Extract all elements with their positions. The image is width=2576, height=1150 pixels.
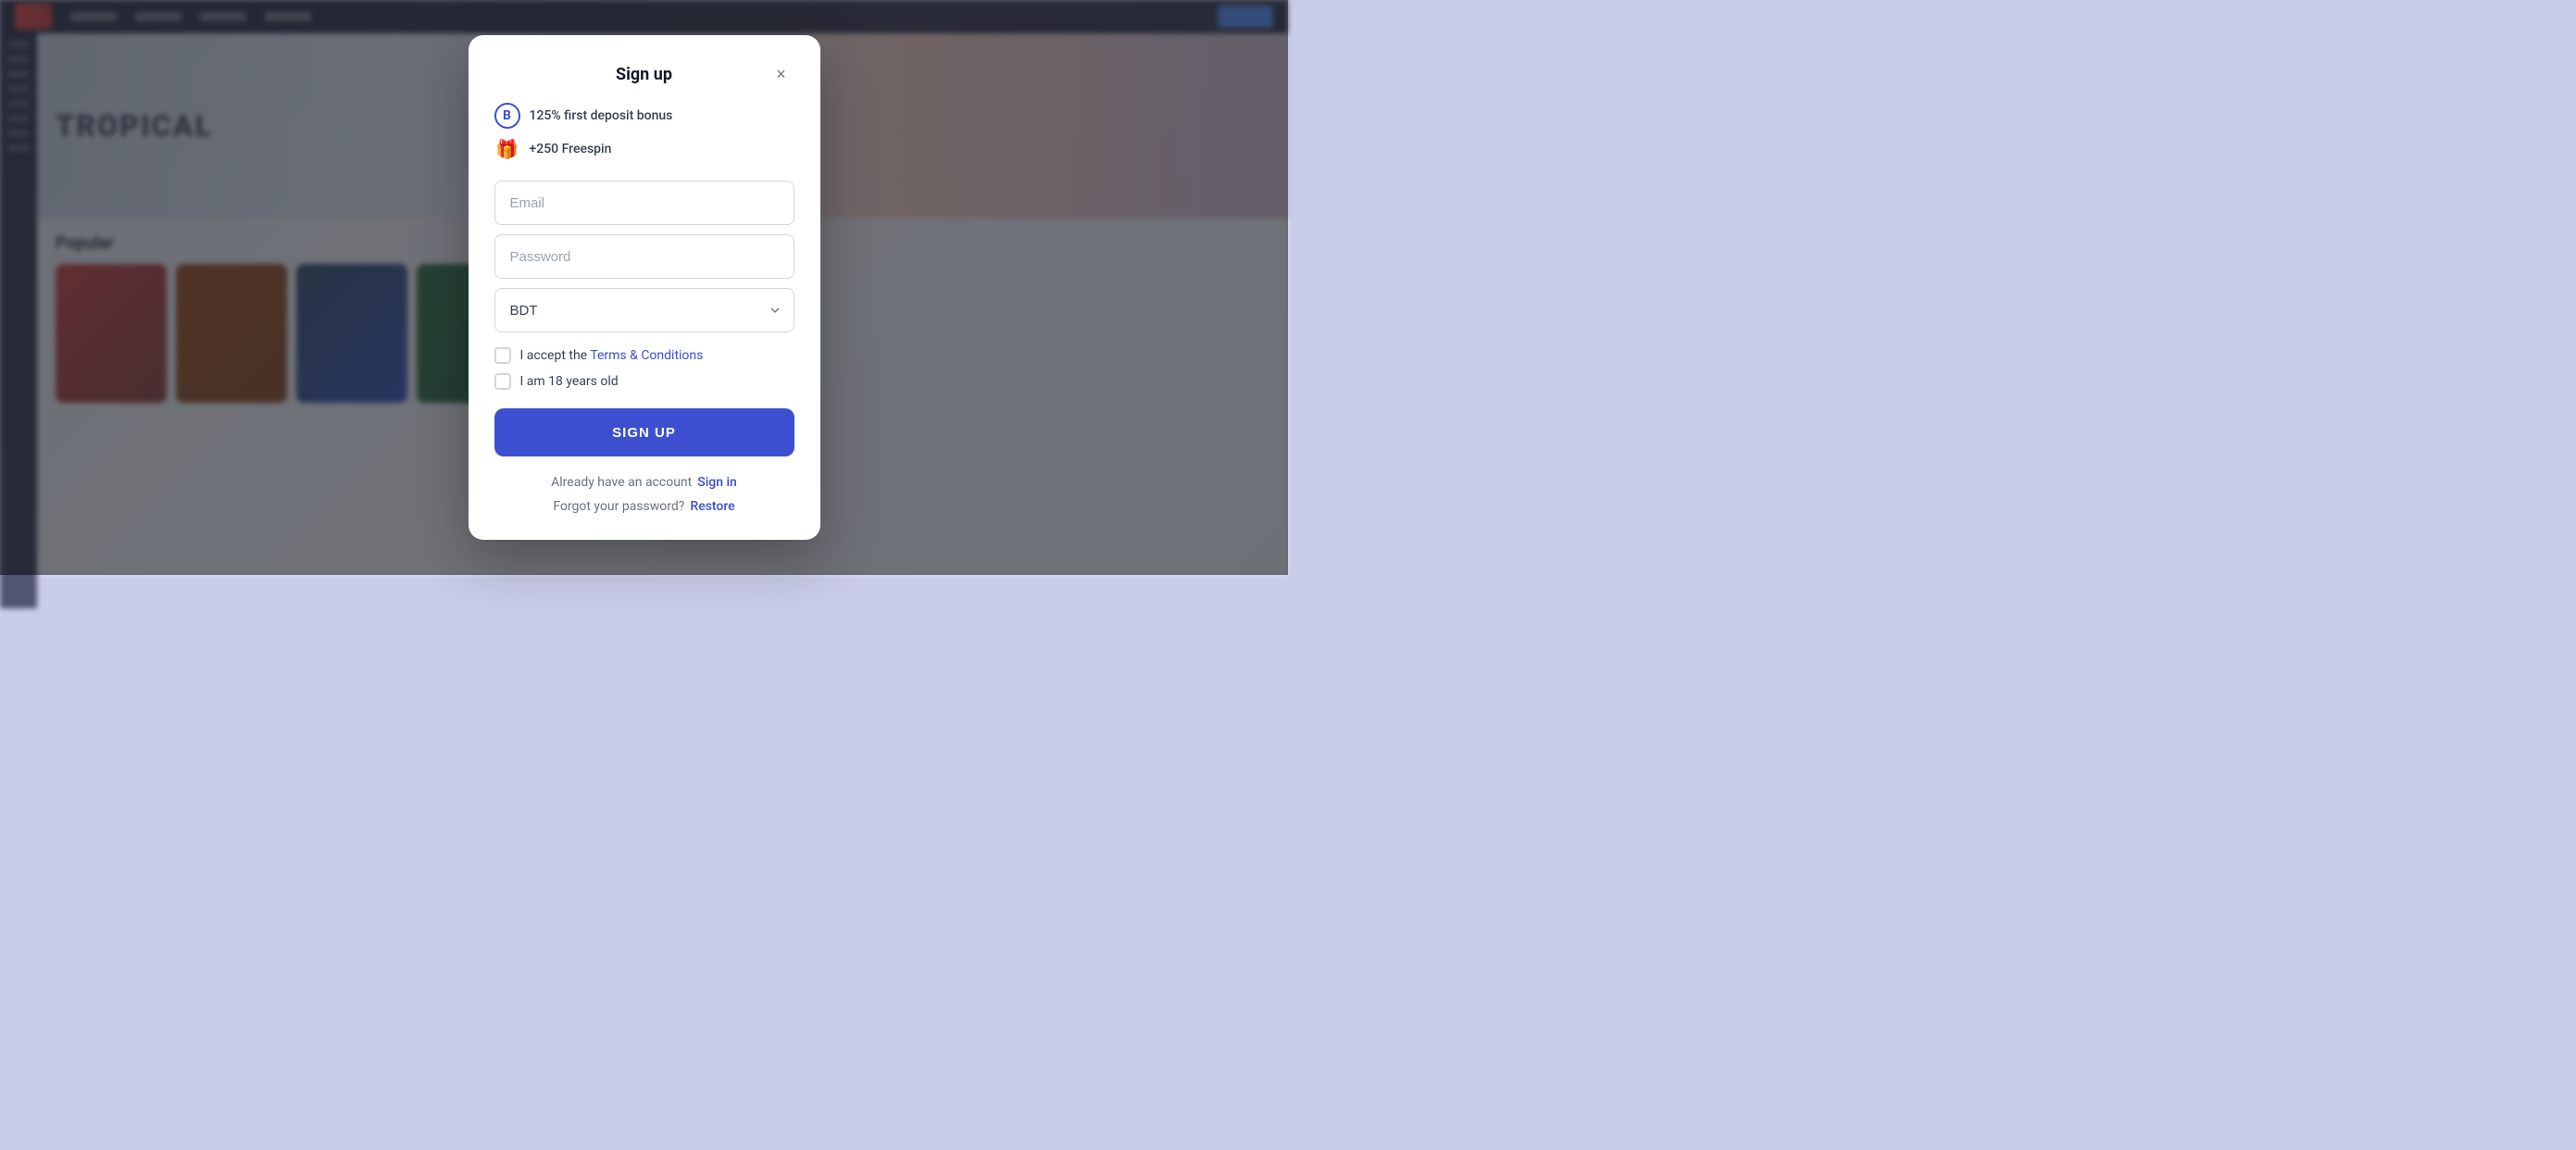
bonus-section: B 125% first deposit bonus 🎁 +250 Freesp…	[494, 103, 794, 162]
age-checkbox-item[interactable]: I am 18 years old	[494, 373, 794, 390]
freespin-bonus-text: +250 Freespin	[530, 142, 612, 156]
gift-icon: 🎁	[494, 136, 520, 162]
email-field[interactable]	[494, 181, 794, 225]
terms-checkbox-item[interactable]: I accept the Terms & Conditions	[494, 347, 794, 364]
modal-title: Sign up	[616, 65, 672, 84]
freespin-bonus-item: 🎁 +250 Freespin	[494, 136, 794, 162]
deposit-bonus-item: B 125% first deposit bonus	[494, 103, 794, 129]
footer-links: Already have an account Sign in Forgot y…	[494, 475, 794, 514]
terms-label: I accept the Terms & Conditions	[520, 348, 704, 363]
signup-button[interactable]: SIGN UP	[494, 408, 794, 456]
modal-overlay: Sign up × B 125% first deposit bonus 🎁 +…	[0, 0, 1288, 575]
terms-checkbox[interactable]	[494, 347, 511, 364]
age-checkbox[interactable]	[494, 373, 511, 390]
forgot-password-row: Forgot your password? Restore	[553, 499, 734, 514]
have-account-text: Already have an account	[551, 475, 692, 490]
restore-link[interactable]: Restore	[690, 499, 734, 514]
checkboxes-section: I accept the Terms & Conditions I am 18 …	[494, 347, 794, 390]
sign-in-row: Already have an account Sign in	[551, 475, 737, 490]
signup-modal: Sign up × B 125% first deposit bonus 🎁 +…	[469, 35, 820, 540]
terms-prefix: I accept the	[520, 348, 591, 363]
forgot-password-text: Forgot your password?	[553, 499, 684, 514]
deposit-bonus-text: 125% first deposit bonus	[530, 108, 673, 123]
signup-form: BDT USD EUR GBP INR	[494, 181, 794, 332]
close-button[interactable]: ×	[769, 62, 794, 88]
modal-header: Sign up ×	[494, 65, 794, 84]
age-label: I am 18 years old	[520, 374, 619, 389]
currency-select[interactable]: BDT USD EUR GBP INR	[494, 288, 794, 332]
password-field[interactable]	[494, 234, 794, 279]
sign-in-link[interactable]: Sign in	[697, 475, 737, 490]
terms-link[interactable]: Terms & Conditions	[590, 348, 703, 363]
bitcoin-icon: B	[494, 103, 520, 129]
